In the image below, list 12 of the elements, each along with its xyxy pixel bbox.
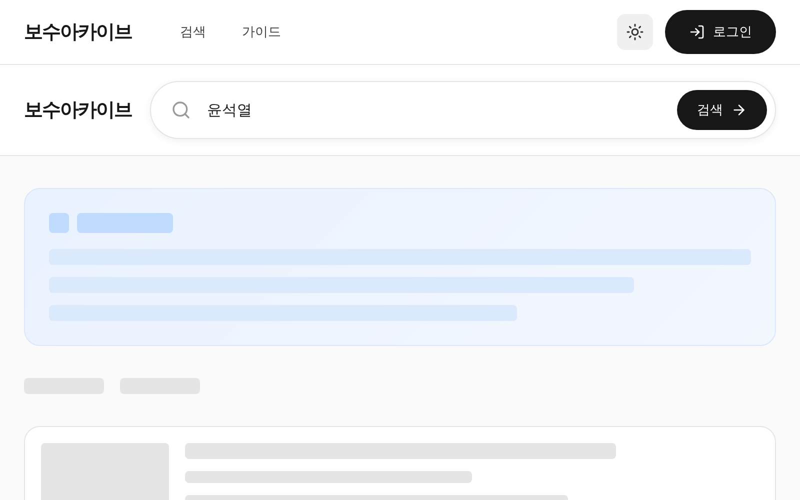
search-button[interactable]: 검색 bbox=[677, 90, 767, 130]
page-title: 보수아카이브 bbox=[24, 98, 132, 123]
search-field[interactable]: 윤석열 검색 bbox=[150, 81, 776, 139]
login-icon bbox=[689, 24, 705, 40]
skeleton-bar bbox=[49, 213, 69, 233]
nav-link[interactable]: 검색 bbox=[180, 23, 206, 41]
search-icon bbox=[171, 100, 191, 120]
theme-toggle-button[interactable] bbox=[617, 14, 653, 50]
nav-link[interactable]: 가이드 bbox=[242, 23, 281, 41]
login-button[interactable]: 로그인 bbox=[665, 10, 776, 54]
site-logo[interactable]: 보수아카이브 bbox=[24, 19, 132, 45]
sun-icon bbox=[626, 23, 644, 41]
